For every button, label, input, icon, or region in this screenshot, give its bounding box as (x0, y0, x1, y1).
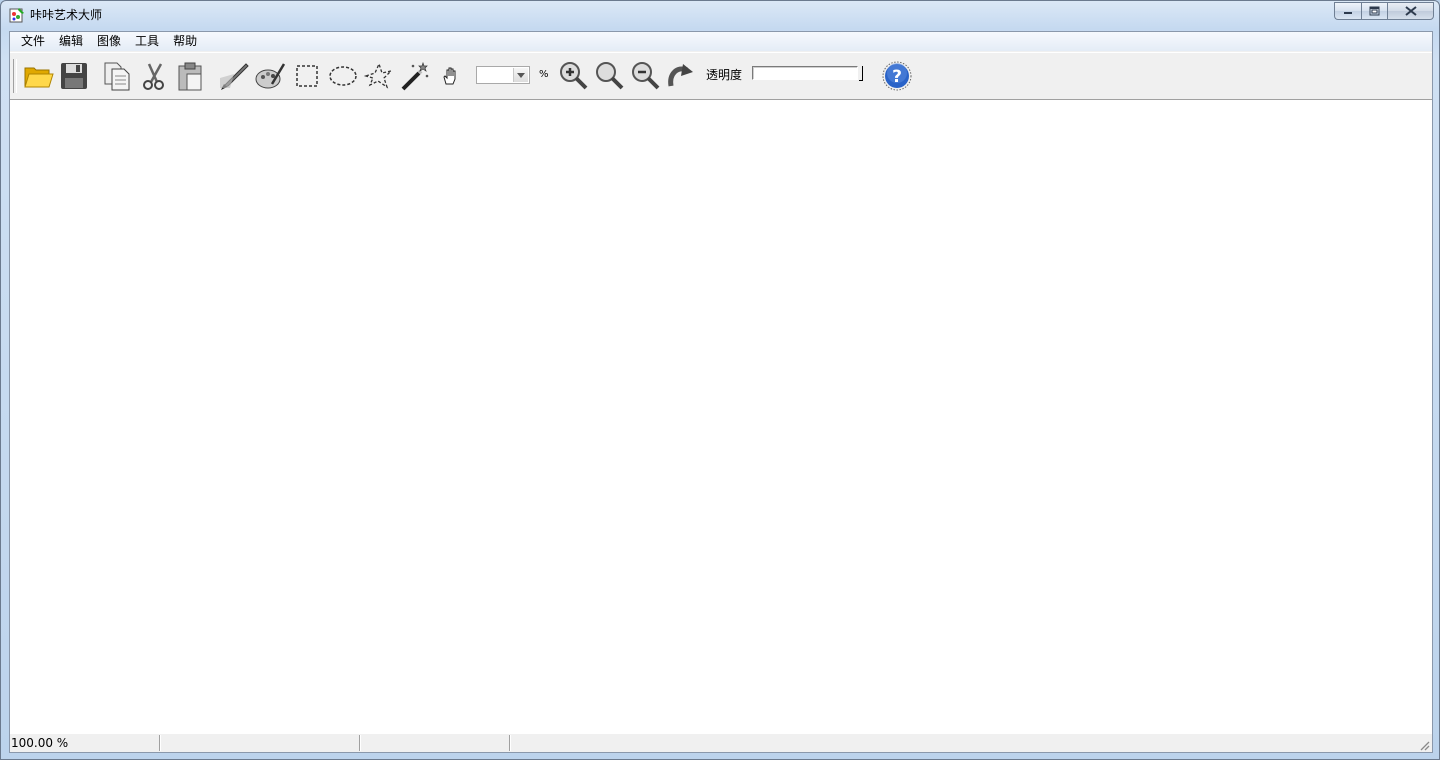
zoom-actual-button[interactable] (592, 58, 626, 94)
close-button[interactable] (1387, 2, 1434, 20)
cut-button[interactable] (136, 58, 170, 94)
pencil-button[interactable] (217, 58, 251, 94)
open-button[interactable] (21, 58, 55, 94)
zoom-out-button[interactable] (628, 58, 662, 94)
minimize-button[interactable] (1334, 2, 1361, 20)
window-title: 咔咔艺术大师 (30, 8, 103, 22)
magic-wand-icon (401, 61, 429, 91)
paste-clipboard-icon (178, 62, 202, 91)
zoom-dropdown-button[interactable] (513, 68, 528, 82)
hand-pan-icon (443, 67, 456, 85)
toolbar-grip[interactable] (13, 59, 17, 93)
rotate-button[interactable] (664, 58, 698, 94)
zoom-out-icon (632, 62, 660, 90)
copy-icon (104, 62, 130, 91)
floppy-disk-icon (61, 63, 87, 89)
rotate-icon (668, 64, 693, 87)
restore-button[interactable] (1361, 2, 1387, 20)
rectangle-select-icon (296, 65, 318, 87)
magic-wand-button[interactable] (398, 58, 432, 94)
lasso-select-button[interactable] (361, 58, 395, 94)
app-palette-icon (9, 7, 25, 23)
zoom-combo[interactable] (476, 66, 530, 84)
status-panel-3 (360, 735, 510, 751)
chevron-down-icon (517, 72, 525, 78)
zoom-in-button[interactable] (556, 58, 590, 94)
ellipse-select-button[interactable] (326, 58, 360, 94)
menu-file[interactable]: 文件 (14, 32, 52, 51)
menu-bar: 文件 编辑 图像 工具 帮助 (10, 32, 1432, 51)
magnifier-icon (596, 62, 624, 90)
opacity-slider-thumb[interactable] (859, 66, 863, 81)
copy-button[interactable] (100, 58, 134, 94)
image-canvas[interactable] (10, 99, 1432, 734)
save-button[interactable] (57, 58, 91, 94)
palette-icon (255, 63, 286, 89)
lasso-select-icon (363, 62, 394, 89)
restore-icon (1369, 6, 1380, 16)
pencil-icon (220, 63, 249, 90)
zoom-unit-label: % (539, 69, 549, 80)
menu-help[interactable]: 帮助 (166, 32, 204, 51)
client-area: 文件 编辑 图像 工具 帮助 % 透明度 ? 100.00 % (9, 31, 1433, 753)
minimize-icon (1344, 12, 1352, 14)
ellipse-select-icon (329, 66, 357, 86)
status-bar: 100.00 % (10, 734, 1432, 752)
toolbar: % 透明度 ? (10, 52, 1432, 100)
rect-select-button[interactable] (290, 58, 324, 94)
menu-image[interactable]: 图像 (90, 32, 128, 51)
zoom-in-icon (560, 62, 588, 90)
hand-button[interactable] (434, 58, 468, 94)
folder-open-icon (24, 67, 54, 88)
status-panel-4 (510, 735, 1432, 751)
help-icon: ? (882, 61, 912, 91)
menu-tools[interactable]: 工具 (128, 32, 166, 51)
caption-buttons (1334, 2, 1434, 20)
help-button[interactable]: ? (880, 58, 914, 94)
title-bar[interactable]: 咔咔艺术大师 (1, 1, 1439, 30)
resize-grip-icon[interactable] (1418, 739, 1430, 751)
opacity-slider-track[interactable] (752, 66, 858, 80)
palette-button[interactable] (253, 58, 287, 94)
status-zoom: 100.00 % (10, 735, 160, 751)
scissors-icon (143, 63, 164, 90)
paste-button[interactable] (173, 58, 207, 94)
app-window: 咔咔艺术大师 文件 编辑 图像 工具 帮助 % 透明度 ? 100.00 % (0, 0, 1440, 760)
zoom-input[interactable] (478, 68, 512, 82)
close-icon (1404, 6, 1417, 16)
svg-text:?: ? (892, 67, 902, 87)
opacity-label: 透明度 (706, 68, 743, 82)
menu-edit[interactable]: 编辑 (52, 32, 90, 51)
status-panel-2 (160, 735, 360, 751)
